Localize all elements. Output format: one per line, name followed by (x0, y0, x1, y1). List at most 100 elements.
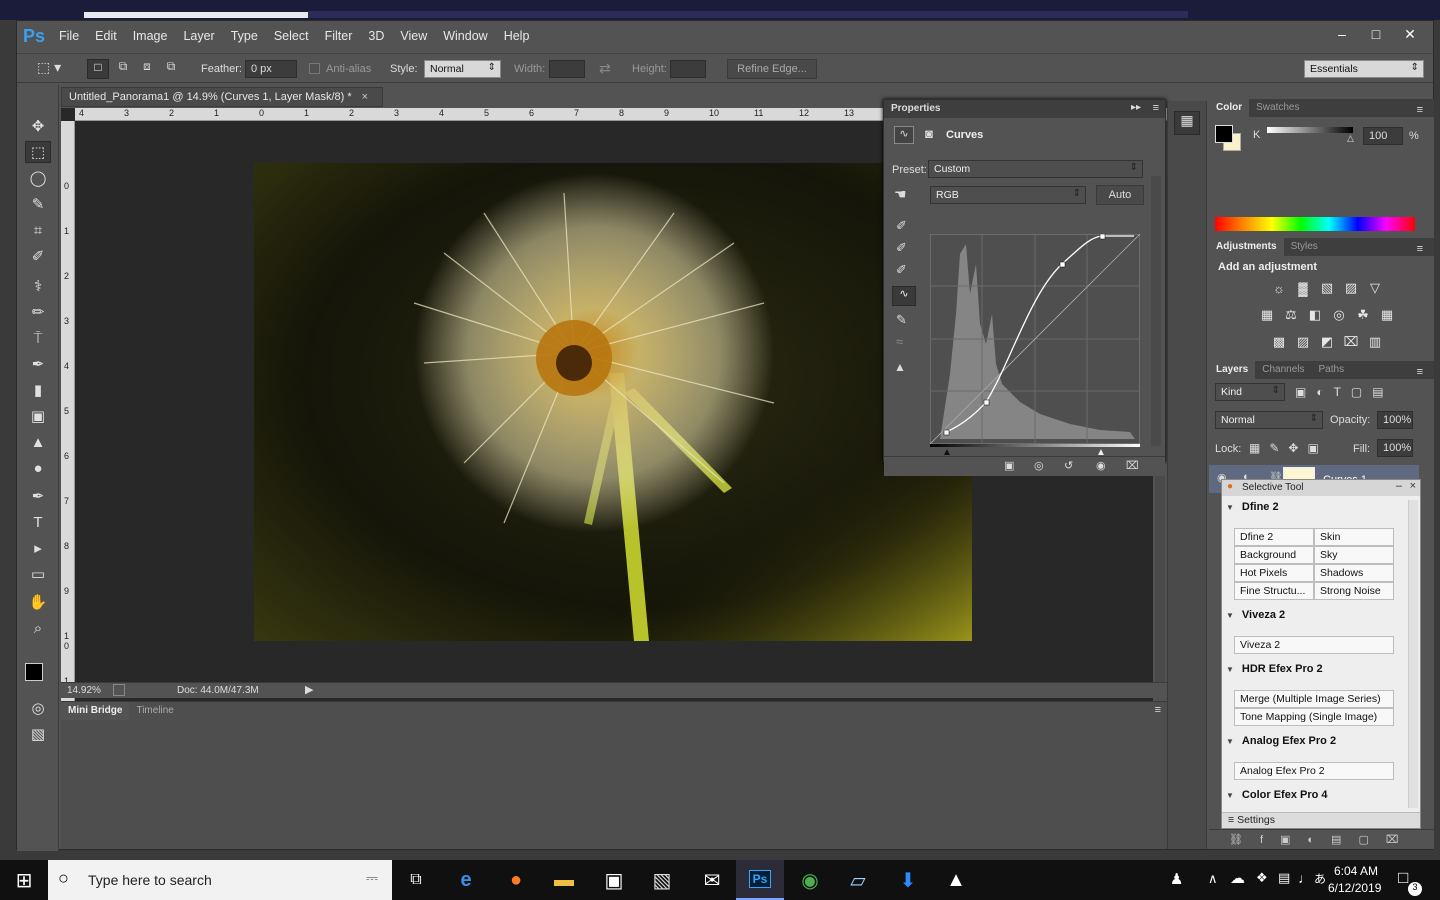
selective-minimize-icon[interactable]: – (1396, 480, 1402, 492)
btn-dfine2[interactable]: Dfine 2 (1234, 528, 1314, 546)
dropbox-icon[interactable]: ❖ (1256, 870, 1268, 886)
photos-icon[interactable]: ▲ (932, 860, 980, 900)
curves-icon[interactable]: ∿ (894, 126, 914, 144)
channel-mixer-icon[interactable]: ☘ (1355, 307, 1371, 323)
group-color-efex[interactable]: Color Efex Pro 4 (1226, 789, 1328, 801)
search-input[interactable]: Type here to search (88, 872, 212, 888)
dock-panel-icon[interactable]: ▦ (1174, 111, 1200, 135)
clock-time[interactable]: 6:04 AM (1334, 864, 1378, 878)
restore-button[interactable]: □ (1359, 23, 1393, 45)
file-explorer-icon[interactable]: ▬ (540, 860, 588, 900)
tray-chevron-icon[interactable]: ∧ (1208, 871, 1218, 887)
tab-paths[interactable]: Paths (1312, 361, 1352, 379)
tab-styles[interactable]: Styles (1284, 238, 1325, 256)
healing-tool-icon[interactable]: ⚕ (25, 275, 51, 297)
antialias-checkbox[interactable] (309, 63, 320, 74)
pen-tool-icon[interactable]: ✒ (25, 485, 51, 507)
document-tab[interactable]: Untitled_Panorama1 @ 14.9% (Curves 1, La… (61, 87, 383, 107)
foreground-color-swatch[interactable] (25, 663, 43, 681)
layer-filter-icons[interactable]: ▣◐T▢▤ (1295, 385, 1425, 399)
filter-kind-select[interactable]: Kind (1215, 383, 1285, 401)
menu-file[interactable]: File (51, 29, 87, 43)
path-select-icon[interactable]: ▸ (25, 537, 51, 559)
levels-icon[interactable]: ▓ (1295, 280, 1311, 296)
clock-date[interactable]: 6/12/2019 (1328, 881, 1381, 895)
people-icon[interactable]: ♟ (1170, 870, 1183, 888)
screen-mode-icon[interactable]: ▧ (25, 723, 51, 745)
btn-fine-structure[interactable]: Fine Structu... (1234, 582, 1314, 600)
visibility-icon[interactable]: ◉ (1096, 459, 1106, 472)
quick-mask-icon[interactable]: ◎ (25, 697, 51, 719)
tab-timeline[interactable]: Timeline (129, 702, 180, 720)
opacity-input[interactable]: 100% (1377, 411, 1413, 429)
close-button[interactable]: ✕ (1393, 23, 1427, 45)
k-value-input[interactable]: 100 (1363, 127, 1403, 145)
taskbar-search[interactable]: ○ Type here to search ⎓ (48, 860, 392, 900)
dandelion-image[interactable] (254, 163, 972, 641)
shape-tool-icon[interactable]: ▭ (25, 563, 51, 585)
selective-color-icon[interactable]: ⌧ (1343, 334, 1359, 350)
mic-icon[interactable]: ⎓ (366, 870, 378, 887)
blur-tool-icon[interactable]: ▲ (25, 431, 51, 453)
menu-3d[interactable]: 3D (360, 29, 392, 43)
store-icon[interactable]: ▣ (590, 860, 638, 900)
smooth-icon[interactable]: ≈ (896, 334, 903, 349)
ime-icon[interactable]: あ (1314, 870, 1326, 887)
close-tab-icon[interactable]: × (362, 91, 368, 103)
color-ramp[interactable] (1215, 217, 1415, 231)
blend-mode-select[interactable]: Normal (1215, 411, 1323, 429)
btn-strong-noise[interactable]: Strong Noise (1314, 582, 1394, 600)
selective-close-icon[interactable]: × (1410, 480, 1416, 492)
fill-input[interactable]: 100% (1377, 439, 1413, 457)
quick-select-tool-icon[interactable]: ✎ (25, 193, 51, 215)
posterize-icon[interactable]: ▨ (1295, 334, 1311, 350)
type-tool-icon[interactable]: T (25, 511, 51, 533)
auto-button[interactable]: Auto (1096, 185, 1144, 205)
btn-background[interactable]: Background (1234, 546, 1314, 564)
color-menu-icon[interactable]: ≡ (1410, 101, 1430, 119)
delete-icon[interactable]: ⌧ (1126, 459, 1139, 472)
gradient-map-icon[interactable]: ▥ (1367, 334, 1383, 350)
exposure-icon[interactable]: ▨ (1343, 280, 1359, 296)
status-arrow-icon[interactable]: ▶ (305, 683, 313, 696)
network-icon[interactable]: ▤ (1278, 870, 1290, 886)
zoom-readout[interactable]: 14.92% (67, 685, 101, 696)
bridge-menu-icon[interactable]: ≡ (1155, 704, 1161, 716)
selective-scrollbar[interactable] (1408, 500, 1418, 808)
view-previous-icon[interactable]: ◎ (1034, 459, 1044, 472)
app-icon[interactable]: ▧ (638, 860, 686, 900)
group-viveza[interactable]: Viveza 2 (1226, 609, 1285, 621)
download-icon[interactable]: ⬇ (884, 860, 932, 900)
brush-tool-icon[interactable]: ✏ (25, 301, 51, 323)
group-analog[interactable]: Analog Efex Pro 2 (1226, 735, 1336, 747)
new-selection-icon[interactable]: □ (87, 59, 109, 79)
k-slider-thumb-icon[interactable]: △ (1347, 133, 1354, 144)
btn-skin[interactable]: Skin (1314, 528, 1394, 546)
group-hdr[interactable]: HDR Efex Pro 2 (1226, 663, 1323, 675)
menu-view[interactable]: View (392, 29, 435, 43)
tab-swatches[interactable]: Swatches (1249, 99, 1306, 117)
volume-icon[interactable]: ♩ (1298, 870, 1312, 886)
eyedropper-tool-icon[interactable]: ✐ (25, 245, 51, 267)
photoshop-taskbar-button[interactable]: Ps (736, 860, 784, 900)
tab-color[interactable]: Color (1209, 99, 1250, 117)
refine-edge-button[interactable]: Refine Edge... (727, 59, 817, 79)
dodge-tool-icon[interactable]: ● (25, 457, 51, 479)
white-point-icon[interactable]: ✐ (896, 262, 907, 278)
k-slider[interactable] (1267, 127, 1353, 133)
menu-layer[interactable]: Layer (175, 29, 222, 43)
move-tool-icon[interactable]: ✥ (25, 115, 51, 137)
color-balance-icon[interactable]: ⚖ (1283, 307, 1299, 323)
notification-icon[interactable]: □ (1398, 868, 1408, 888)
windows-start-icon[interactable]: ⊞ (0, 860, 48, 900)
btn-viveza2[interactable]: Viveza 2 (1234, 636, 1394, 654)
black-point-icon[interactable]: ✐ (896, 218, 907, 234)
notepad-icon[interactable]: ▱ (834, 860, 882, 900)
tab-channels[interactable]: Channels (1255, 361, 1311, 379)
layers-menu-icon[interactable]: ≡ (1410, 363, 1430, 381)
tab-mini-bridge[interactable]: Mini Bridge (61, 702, 130, 720)
height-input[interactable] (670, 60, 706, 78)
settings-label[interactable]: Settings (1237, 814, 1275, 826)
properties-menu-icon[interactable]: ≡ (1153, 102, 1159, 114)
chrome-icon[interactable]: ◉ (786, 860, 834, 900)
